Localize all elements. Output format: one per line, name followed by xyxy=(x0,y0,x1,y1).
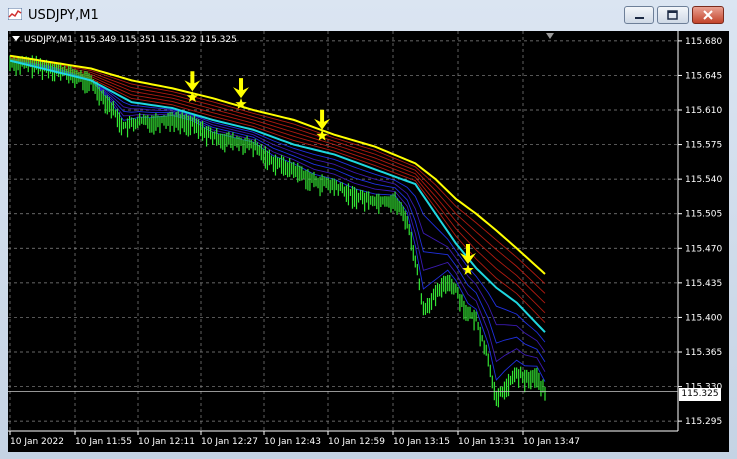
y-tick-label: 115.365 xyxy=(685,348,722,358)
sell-arrow-icon xyxy=(314,109,331,130)
sell-arrow-icon xyxy=(233,78,250,99)
y-tick-label: 115.400 xyxy=(685,313,722,323)
y-tick-label: 115.470 xyxy=(685,244,722,254)
ma-ribbon-blue-line xyxy=(9,60,546,372)
current-price-label: 115.325 xyxy=(679,388,721,401)
y-tick-label: 115.645 xyxy=(685,71,722,81)
close-button[interactable] xyxy=(692,6,724,24)
x-tick-label: 10 Jan 13:15 xyxy=(393,437,450,447)
price-chart[interactable]: 115.680 115.645 115.610 115.575 115.540 115.5… xyxy=(8,31,729,452)
y-tick-label: 115.680 xyxy=(685,37,722,47)
y-tick-label: 115.505 xyxy=(685,210,722,220)
restore-button[interactable] xyxy=(657,6,689,24)
y-tick-label: 115.575 xyxy=(685,141,722,151)
minimize-button[interactable] xyxy=(624,6,654,24)
y-tick-label: 115.540 xyxy=(685,175,722,185)
x-tick-label: 10 Jan 13:31 xyxy=(458,437,515,447)
chart-app-icon xyxy=(8,8,22,20)
ma-ribbon-blue-line xyxy=(9,60,546,343)
title-bar[interactable]: USDJPY,M1 xyxy=(0,0,737,30)
cyan-ma-line xyxy=(9,59,546,333)
y-tick-label: 115.435 xyxy=(685,279,722,289)
close-value: 115.325 xyxy=(199,35,237,45)
ohlc-values: 115.349 115.351 115.322 115.325 xyxy=(79,35,240,45)
y-tick-label: 115.295 xyxy=(685,417,722,427)
chart-header: USDJPY,M1 115.349 115.351 115.322 115.325 xyxy=(12,35,240,45)
x-tick-label: 10 Jan 2022 xyxy=(10,437,64,447)
high-value: 115.351 xyxy=(119,35,157,45)
y-tick-label: 115.610 xyxy=(685,106,722,116)
chart-symbol: USDJPY,M1 xyxy=(24,35,73,45)
sell-arrow-icon xyxy=(184,71,201,92)
close-icon xyxy=(703,10,713,20)
low-value: 115.322 xyxy=(159,35,197,45)
ma-ribbon-red-line xyxy=(9,58,546,314)
x-tick-label: 10 Jan 12:11 xyxy=(138,437,195,447)
signal-star-icon xyxy=(462,264,474,275)
x-tick-label: 10 Jan 11:55 xyxy=(75,437,132,447)
ma-ribbon-red-line xyxy=(9,57,546,304)
chart-shift-marker-icon xyxy=(546,33,554,39)
open-value: 115.349 xyxy=(78,35,117,45)
ma-ribbon-red-line xyxy=(9,56,546,285)
ma-ribbon-blue-line xyxy=(9,60,546,363)
window-title: USDJPY,M1 xyxy=(28,8,99,23)
dropdown-triangle-icon[interactable] xyxy=(12,36,20,41)
x-tick-label: 10 Jan 12:27 xyxy=(201,437,258,447)
x-tick-label: 10 Jan 12:59 xyxy=(328,437,385,447)
restore-icon xyxy=(667,10,678,20)
x-tick-label: 10 Jan 13:47 xyxy=(523,437,580,447)
chart-window: USDJPY,M1 115.680 115.645 115.610 115.575 11… xyxy=(0,0,737,459)
x-tick-label: 10 Jan 12:43 xyxy=(264,437,321,447)
chart-canvas[interactable]: 115.680 115.645 115.610 115.575 115.540 115.5… xyxy=(8,31,729,452)
minimize-icon xyxy=(635,17,644,19)
